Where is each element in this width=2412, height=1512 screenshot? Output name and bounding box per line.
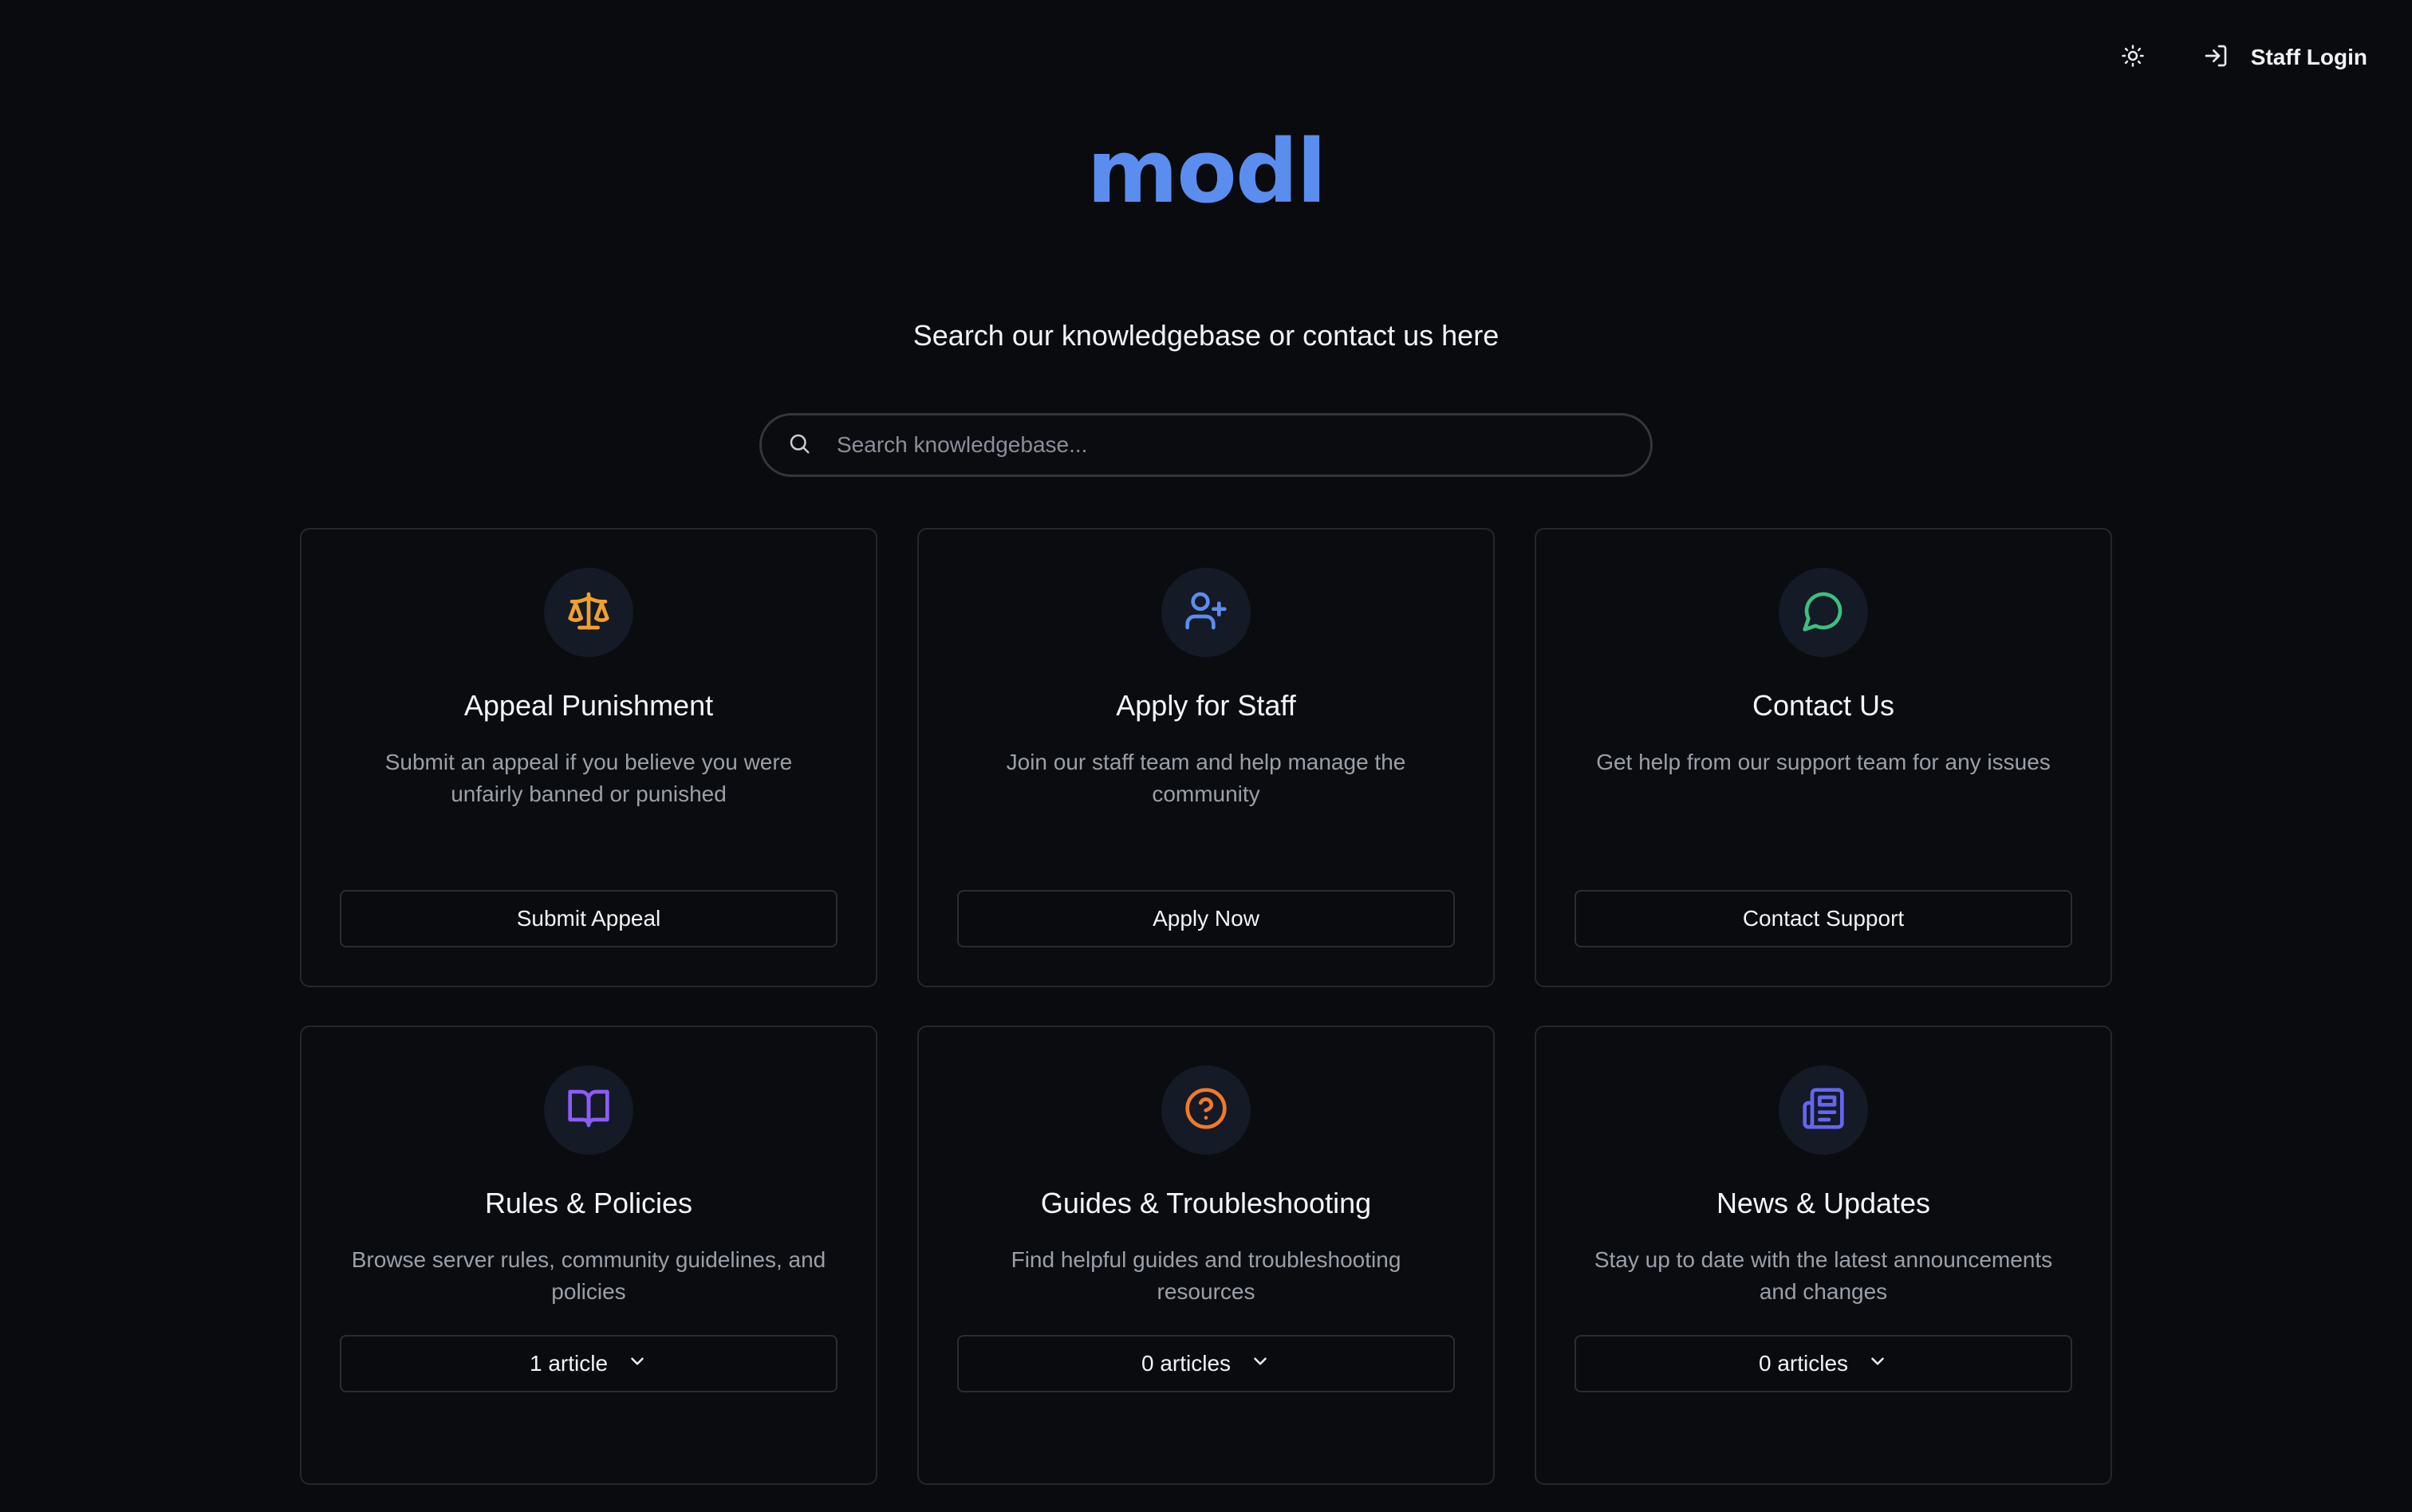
articles-dropdown-button[interactable]: 0 articles [1574, 1335, 2072, 1392]
card-contact-us: Contact Us Get help from our support tea… [1535, 528, 2112, 987]
search-icon [787, 431, 811, 459]
help-circle-icon [1184, 1086, 1228, 1135]
search-input[interactable] [837, 432, 1602, 458]
submit-appeal-button[interactable]: Submit Appeal [340, 890, 838, 947]
user-plus-icon [1184, 589, 1228, 637]
theme-toggle-button[interactable] [2107, 32, 2158, 83]
card-description: Browse server rules, community guideline… [351, 1247, 826, 1304]
chat-bubble-icon [1801, 589, 1846, 637]
card-apply-for-staff: Apply for Staff Join our staff team and … [917, 528, 1495, 987]
book-open-icon [566, 1086, 611, 1135]
card-news-updates: News & Updates Stay up to date with the … [1535, 1026, 2112, 1485]
card-icon-badge [1161, 568, 1251, 657]
articles-dropdown-button[interactable]: 1 article [340, 1335, 838, 1392]
scale-icon [566, 589, 611, 637]
chevron-down-icon [1250, 1351, 1271, 1377]
top-bar: Staff Login [2107, 32, 2367, 83]
card-icon-badge [544, 1065, 633, 1155]
card-description: Get help from our support team for any i… [1596, 750, 2051, 774]
card-description: Find helpful guides and troubleshooting … [1011, 1247, 1401, 1304]
button-label: Submit Appeal [516, 906, 661, 931]
staff-login-label: Staff Login [2250, 45, 2367, 69]
card-appeal-punishment: Appeal Punishment Submit an appeal if yo… [300, 528, 877, 987]
sun-icon [2121, 44, 2145, 72]
card-title: Appeal Punishment [463, 689, 714, 722]
card-title: Rules & Policies [484, 1187, 693, 1219]
newspaper-icon [1801, 1086, 1846, 1135]
card-icon-badge [1161, 1065, 1251, 1155]
card-description: Join our staff team and help manage the … [1006, 750, 1406, 806]
card-rules-policies: Rules & Policies Browse server rules, co… [300, 1026, 877, 1485]
chevron-down-icon [1867, 1351, 1888, 1377]
chevron-down-icon [627, 1351, 648, 1377]
logo: modl [0, 128, 2412, 215]
apply-now-button[interactable]: Apply Now [957, 890, 1455, 947]
card-title: Contact Us [1752, 689, 1895, 722]
card-description: Submit an appeal if you believe you were… [384, 750, 793, 806]
articles-dropdown-button[interactable]: 0 articles [957, 1335, 1455, 1392]
card-icon-badge [1779, 568, 1868, 657]
search-bar [759, 413, 1653, 477]
staff-login-button[interactable]: Staff Login [2203, 32, 2367, 83]
card-title: Apply for Staff [1116, 689, 1296, 722]
page-tagline: Search our knowledgebase or contact us h… [912, 319, 1500, 352]
card-title: Guides & Troubleshooting [1040, 1187, 1372, 1219]
log-in-icon [2203, 43, 2229, 73]
card-icon-badge [1779, 1065, 1868, 1155]
card-description: Stay up to date with the latest announce… [1594, 1247, 2053, 1304]
button-label: Contact Support [1742, 906, 1905, 931]
button-label: 0 articles [1758, 1351, 1849, 1376]
card-title: News & Updates [1716, 1187, 1931, 1219]
card-guides-troubleshooting: Guides & Troubleshooting Find helpful gu… [917, 1026, 1495, 1485]
support-portal-page: Staff Login modl Search our knowledgebas… [0, 0, 2412, 1512]
card-icon-badge [544, 568, 633, 657]
contact-support-button[interactable]: Contact Support [1574, 890, 2072, 947]
logo-text: modl [1086, 120, 1327, 222]
button-label: Apply Now [1153, 906, 1259, 931]
card-grid: Appeal Punishment Submit an appeal if yo… [300, 528, 2112, 1485]
button-label: 1 article [529, 1351, 609, 1376]
button-label: 0 articles [1141, 1351, 1232, 1376]
